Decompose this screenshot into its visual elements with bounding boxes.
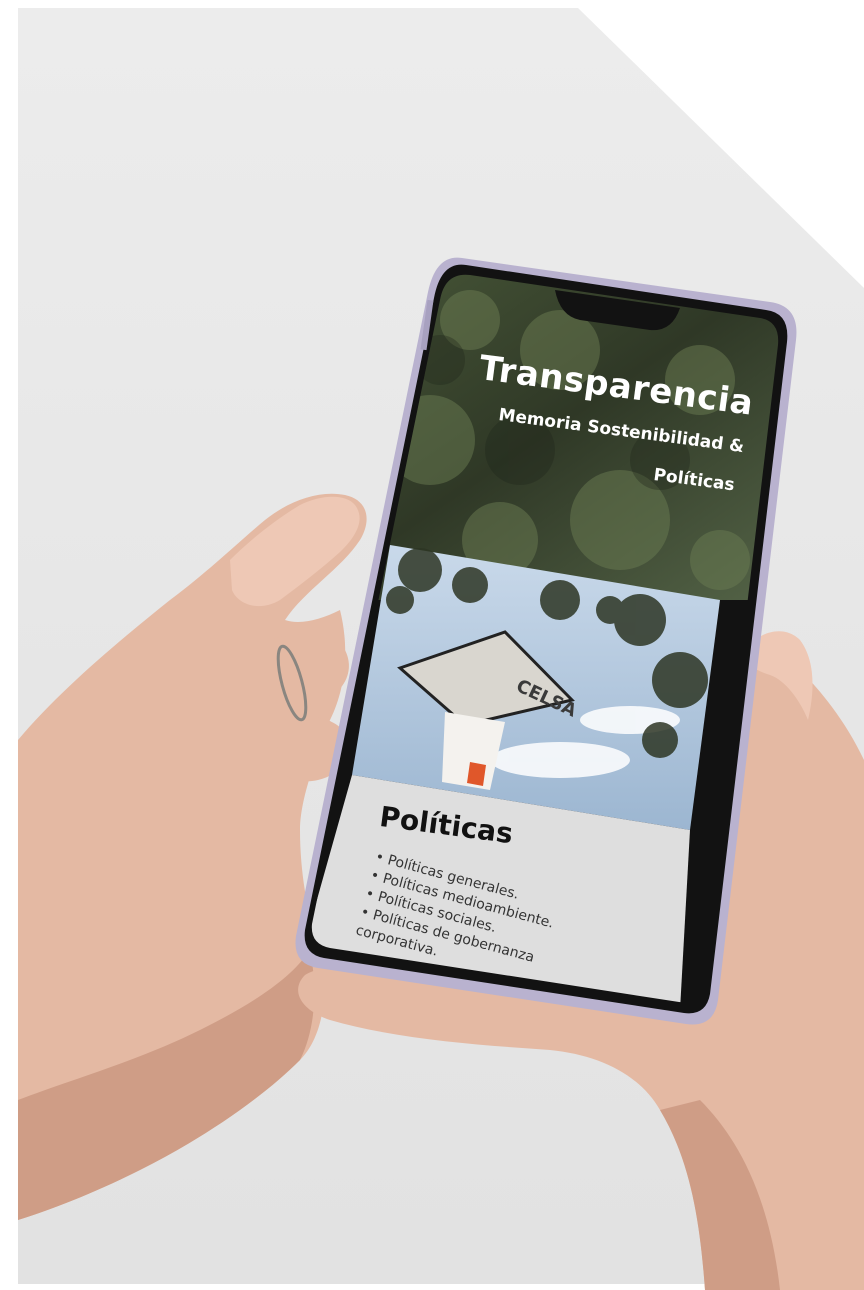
photo-scene: CELSA Transparencia Memoria Sostenibilid…	[0, 0, 864, 1290]
phone: CELSA	[295, 257, 797, 1025]
